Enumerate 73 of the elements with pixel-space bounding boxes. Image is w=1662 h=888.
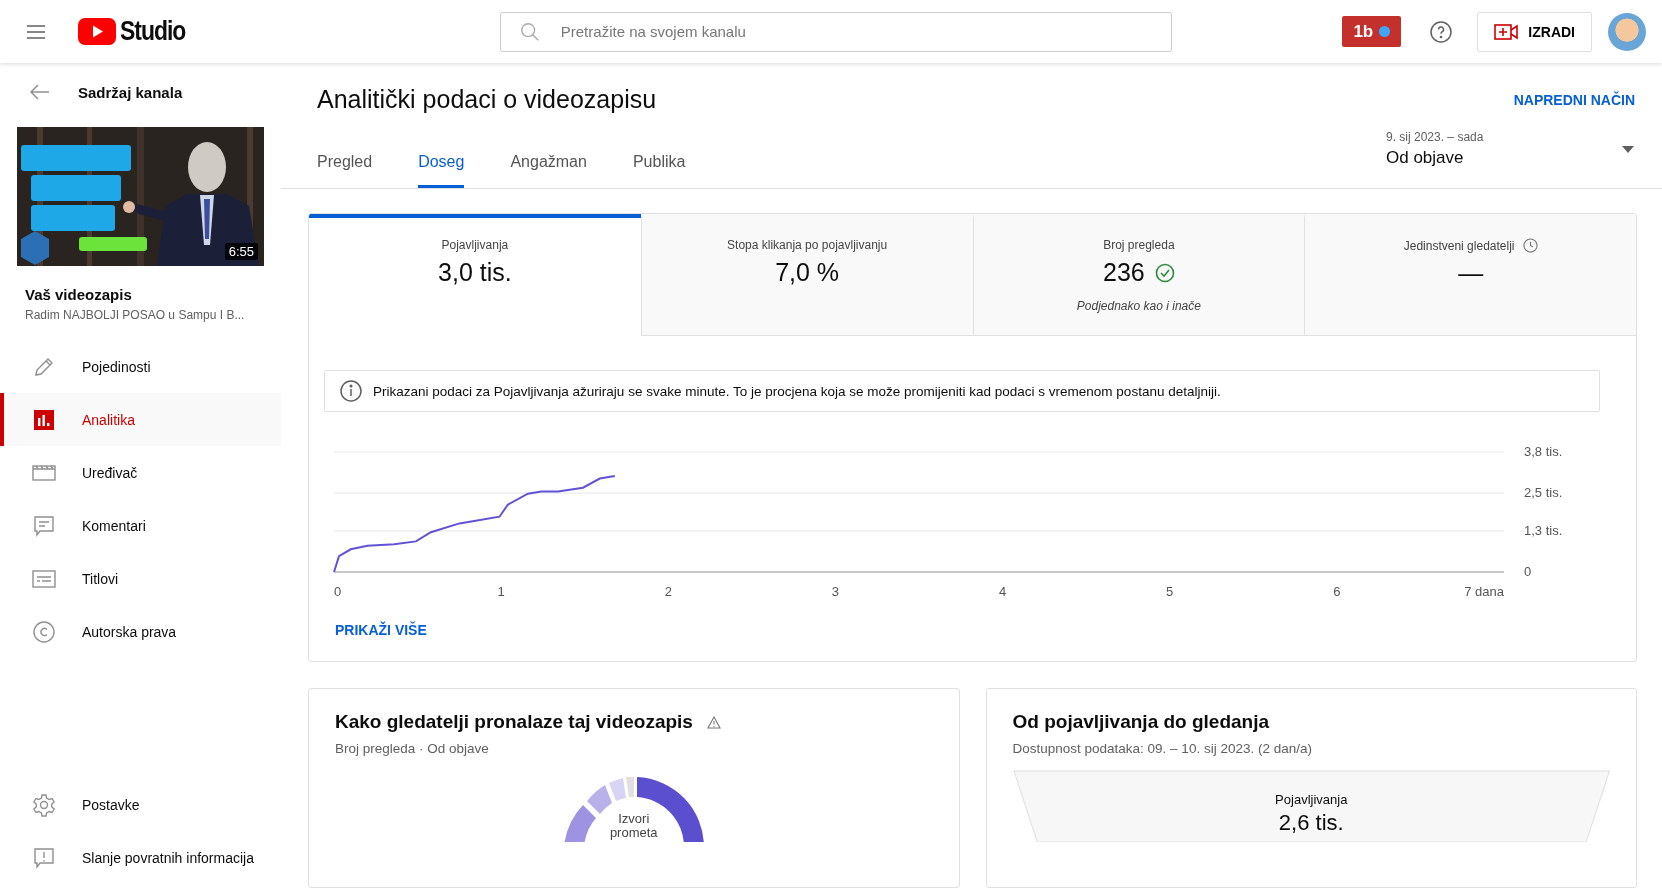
card-title: Kako gledatelji pronalaze taj videozapis <box>335 711 693 733</box>
tab[interactable]: Publika <box>632 153 686 188</box>
y-tick-label: 3,8 tis. <box>1524 444 1563 459</box>
x-tick-label: 0 <box>334 584 342 599</box>
duration-badge: 6:55 <box>224 243 258 260</box>
x-tick-label: 7 dana <box>1464 584 1504 599</box>
logo-text: Studio <box>120 16 186 47</box>
clock-icon <box>1522 238 1538 253</box>
card-subtitle: Broj pregleda · Od objave <box>335 741 490 756</box>
check-circle-icon <box>1154 262 1175 283</box>
warning-icon <box>706 715 721 729</box>
avatar[interactable] <box>1608 12 1646 51</box>
video-title: Radim NAJBOLJI POSAO u Sampu I B... <box>25 308 246 322</box>
search-icon <box>518 20 541 43</box>
extension-button[interactable]: 1b <box>1342 16 1402 47</box>
funnel-stage-label: Pojavljivanja <box>1275 792 1348 807</box>
sidebar-item[interactable]: Pojedinosti <box>0 340 281 393</box>
x-tick-label: 2 <box>664 584 672 599</box>
metric-label: Pojavljivanja <box>441 238 509 252</box>
x-tick-label: 5 <box>1166 584 1174 599</box>
tab[interactable]: Doseg <box>418 153 465 188</box>
metric-value: 3,0 tis. <box>438 258 512 287</box>
help-icon[interactable] <box>1429 19 1454 44</box>
notice-text: Prikazani podaci za Pojavljivanja ažuriraju se svake minute. To je procjena koja se može promijeniti kad podaci s vremenom postanu detaljniji. <box>373 383 1221 399</box>
search-bar[interactable]: Pretražite na svojem kanalu <box>499 11 1172 52</box>
comment-icon <box>32 513 56 538</box>
sidebar-item[interactable]: Komentari <box>0 499 281 552</box>
sidebar-item[interactable]: Postavke <box>0 778 281 831</box>
y-tick-label: 0 <box>1524 564 1532 579</box>
metric-tab[interactable]: Jedinstveni gledatelji — <box>1304 214 1636 336</box>
tab[interactable]: Pregled <box>317 153 373 188</box>
metric-tab[interactable]: Broj pregleda 236 Podjednako kao i inače <box>972 214 1305 336</box>
copyright-icon <box>32 619 56 644</box>
caret-icon <box>1622 145 1634 153</box>
sidebar-item[interactable]: Titlovi <box>0 552 281 605</box>
channel-content-label: Sadržaj kanala <box>78 83 183 101</box>
feedback-icon <box>32 845 56 870</box>
y-tick-label: 1,3 tis. <box>1524 522 1563 538</box>
metric-note: Podjednako kao i inače <box>1076 299 1201 313</box>
settings-icon <box>32 792 56 817</box>
x-tick-label: 1 <box>497 584 505 599</box>
donut-center-label: Izvori prometa <box>608 812 659 841</box>
x-tick-label: 4 <box>998 584 1007 599</box>
metric-value: 7,0 % <box>775 258 840 287</box>
sidebar-item[interactable]: Autorska prava <box>0 605 281 658</box>
x-tick-label: 6 <box>1333 584 1341 599</box>
metric-label: Jedinstveni gledatelji <box>1403 238 1515 253</box>
metric-tab[interactable]: Stopa klikanja po pojavljivanju 7,0 % <box>640 214 973 336</box>
metric-label: Broj pregleda <box>1103 238 1175 252</box>
x-tick-label: 3 <box>831 584 840 599</box>
card-title: Od pojavljivanja do gledanja <box>1012 711 1271 733</box>
info-icon <box>339 379 363 403</box>
funnel-stage-value: 2,6 tis. <box>1278 810 1344 836</box>
metric-label: Stopa klikanja po pojavljivanju <box>727 238 888 252</box>
create-button[interactable]: IZRADI <box>1477 11 1592 52</box>
date-range-label: Od objave <box>1386 148 1465 168</box>
video-heading: Vaš videozapis <box>25 286 133 303</box>
sidebar-item[interactable]: Analitika <box>0 393 281 446</box>
page-title: Analitički podaci o videozapisu <box>317 85 657 114</box>
y-tick-label: 2,5 tis. <box>1524 485 1563 501</box>
bar-chart-icon <box>32 407 56 432</box>
metric-value: — <box>1458 259 1484 288</box>
show-more-link[interactable]: PRIKAŽI VIŠE <box>335 622 427 638</box>
tab[interactable]: Angažman <box>510 153 587 188</box>
card-subtitle: Dostupnost podataka: 09. – 10. sij 2023. (2 dan/a) <box>1012 741 1313 756</box>
advanced-mode-link[interactable]: NAPREDNI NAČIN <box>1513 91 1635 108</box>
date-range-dropdown[interactable]: 9. sij 2023. – sada Od objave <box>1386 130 1634 188</box>
video-camera-plus-icon <box>1494 22 1519 41</box>
sidebar-item[interactable]: Uređivač <box>0 446 281 499</box>
play-logo-icon <box>78 18 116 45</box>
metric-value: 236 <box>1103 258 1145 287</box>
sidebar-item[interactable]: Slanje povratnih informacija <box>0 831 281 884</box>
date-range-text: 9. sij 2023. – sada <box>1386 130 1484 144</box>
